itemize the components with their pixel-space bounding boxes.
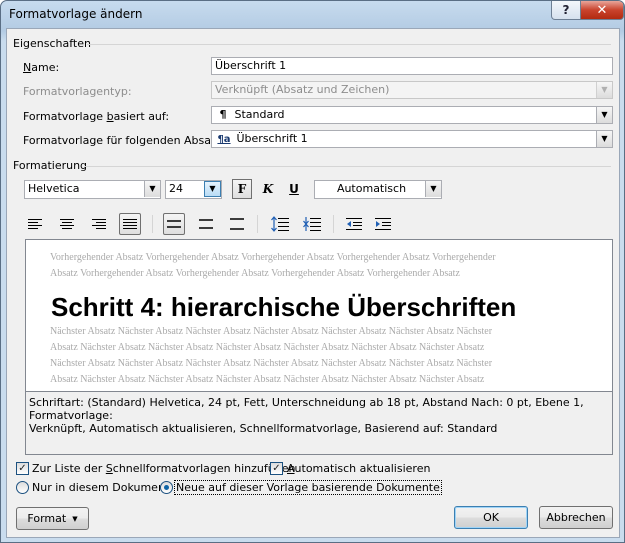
preview-next-paragraph: Nächster Absatz Nächster Absatz Nächster… — [50, 326, 493, 337]
decrease-indent-button[interactable] — [343, 213, 365, 235]
based-on-select[interactable]: ¶ Standard ▼ — [211, 106, 613, 124]
title-bar: Formatvorlage ändern ? ✕ — [1, 1, 624, 29]
description-line: Schriftart: (Standard) Helvetica, 24 pt,… — [29, 396, 584, 422]
add-to-quick-styles-label[interactable]: Zur Liste der Schnellformatvorlagen hinz… — [32, 462, 295, 475]
space-before-increase-icon — [271, 216, 289, 232]
dialog-window: Formatvorlage ändern ? ✕ Eigenschaften N… — [0, 0, 625, 543]
font-color-value: Automatisch — [336, 182, 407, 195]
style-type-select[interactable]: Verknüpft (Absatz und Zeichen) ▼ — [211, 81, 613, 99]
line-spacing-double-icon — [230, 218, 244, 230]
properties-group-title: Eigenschaften — [13, 37, 91, 50]
new-documents-label[interactable]: Neue auf dieser Vorlage basierende Dokum… — [174, 480, 442, 495]
dialog-client-area: Eigenschaften Name: Überschrift 1 Format… — [6, 28, 620, 538]
align-center-button[interactable] — [56, 213, 78, 235]
font-size-value: 24 — [169, 182, 183, 195]
formatting-divider — [85, 166, 611, 167]
line-spacing-single-icon — [167, 220, 181, 228]
align-center-icon — [60, 219, 74, 229]
style-type-label: Formatvorlagentyp: — [23, 85, 132, 98]
format-menu-button[interactable]: Format ▼ — [16, 507, 89, 530]
toolbar-separator — [152, 215, 153, 233]
line-spacing-single-button[interactable] — [163, 213, 185, 235]
preview-next-paragraph: Absatz Nächster Absatz Nächster Absatz N… — [50, 374, 485, 385]
increase-indent-button[interactable] — [372, 213, 394, 235]
align-right-icon — [92, 219, 106, 229]
style-preview: Vorhergehender Absatz Vorhergehender Abs… — [25, 239, 613, 392]
font-color-select[interactable]: Automatisch ▼ — [314, 180, 442, 199]
based-on-label: Formatvorlage basiert auf: — [23, 110, 170, 123]
chevron-down-icon: ▼ — [596, 107, 612, 123]
preview-next-paragraph: Nächster Absatz Nächster Absatz Nächster… — [50, 358, 493, 369]
chevron-down-icon: ▼ — [425, 181, 441, 197]
style-type-value: Verknüpft (Absatz und Zeichen) — [215, 83, 390, 96]
auto-update-checkbox[interactable]: ✓ — [270, 462, 283, 475]
justify-icon — [123, 219, 137, 229]
toolbar-separator — [257, 215, 258, 233]
preview-previous-paragraph: Absatz Vorhergehender Absatz Vorhergehen… — [50, 268, 460, 279]
close-icon: ✕ — [596, 2, 608, 18]
space-before-decrease-button[interactable] — [301, 213, 323, 235]
help-button[interactable]: ? — [551, 1, 581, 20]
underline-button[interactable]: U — [284, 179, 304, 199]
ok-button[interactable]: OK — [454, 506, 528, 529]
only-this-document-label[interactable]: Nur in diesem Dokument — [32, 481, 169, 494]
properties-divider — [87, 44, 611, 45]
align-right-button[interactable] — [88, 213, 110, 235]
line-spacing-onehalf-icon — [199, 219, 213, 229]
linked-style-icon: ¶a — [217, 134, 231, 145]
dialog-title: Formatvorlage ändern — [9, 7, 143, 21]
space-before-increase-button[interactable] — [269, 213, 291, 235]
close-button[interactable]: ✕ — [580, 1, 624, 20]
add-to-quick-styles-checkbox[interactable]: ✓ — [16, 462, 29, 475]
preview-heading: Schritt 4: hierarchische Überschriften — [51, 292, 517, 322]
cancel-button[interactable]: Abbrechen — [539, 506, 613, 529]
new-documents-radio[interactable] — [160, 481, 173, 494]
only-this-document-radio[interactable] — [16, 481, 29, 494]
align-left-icon — [28, 219, 42, 229]
font-name-select[interactable]: Helvetica ▼ — [24, 180, 161, 199]
decrease-indent-icon — [346, 218, 362, 230]
font-name-value: Helvetica — [28, 182, 80, 195]
space-before-decrease-icon — [303, 217, 321, 231]
chevron-down-icon: ▼ — [72, 514, 78, 523]
chevron-down-icon: ▼ — [144, 181, 160, 197]
line-spacing-onehalf-button[interactable] — [195, 213, 217, 235]
name-label: Name: — [23, 61, 60, 74]
based-on-value: Standard — [234, 108, 285, 121]
chevron-down-icon: ▼ — [204, 181, 221, 197]
italic-button[interactable]: K — [258, 179, 278, 199]
next-style-value: Überschrift 1 — [236, 132, 308, 145]
format-button-label: Format — [27, 512, 67, 525]
bold-button[interactable]: F — [232, 179, 252, 199]
next-style-label: Formatvorlage für folgenden Absatz: — [23, 134, 225, 147]
description-line: Verknüpft, Automatisch aktualisieren, Sc… — [29, 422, 498, 435]
align-left-button[interactable] — [24, 213, 46, 235]
style-description: Schriftart: (Standard) Helvetica, 24 pt,… — [25, 392, 613, 455]
preview-next-paragraph: Absatz Nächster Absatz Nächster Absatz N… — [50, 342, 485, 353]
chevron-down-icon: ▼ — [596, 82, 612, 98]
font-size-select[interactable]: 24 ▼ — [165, 180, 222, 199]
increase-indent-icon — [375, 218, 391, 230]
toolbar-separator — [333, 215, 334, 233]
paragraph-style-icon: ¶ — [219, 108, 227, 121]
next-style-select[interactable]: ¶a Überschrift 1 ▼ — [211, 130, 613, 148]
line-spacing-double-button[interactable] — [226, 213, 248, 235]
chevron-down-icon: ▼ — [596, 131, 612, 147]
name-input[interactable]: Überschrift 1 — [211, 57, 613, 75]
auto-update-label[interactable]: Automatisch aktualisieren — [287, 462, 430, 475]
preview-previous-paragraph: Vorhergehender Absatz Vorhergehender Abs… — [50, 252, 496, 263]
justify-button[interactable] — [119, 213, 141, 235]
help-icon: ? — [562, 3, 570, 17]
formatting-group-title: Formatierung — [13, 159, 88, 172]
